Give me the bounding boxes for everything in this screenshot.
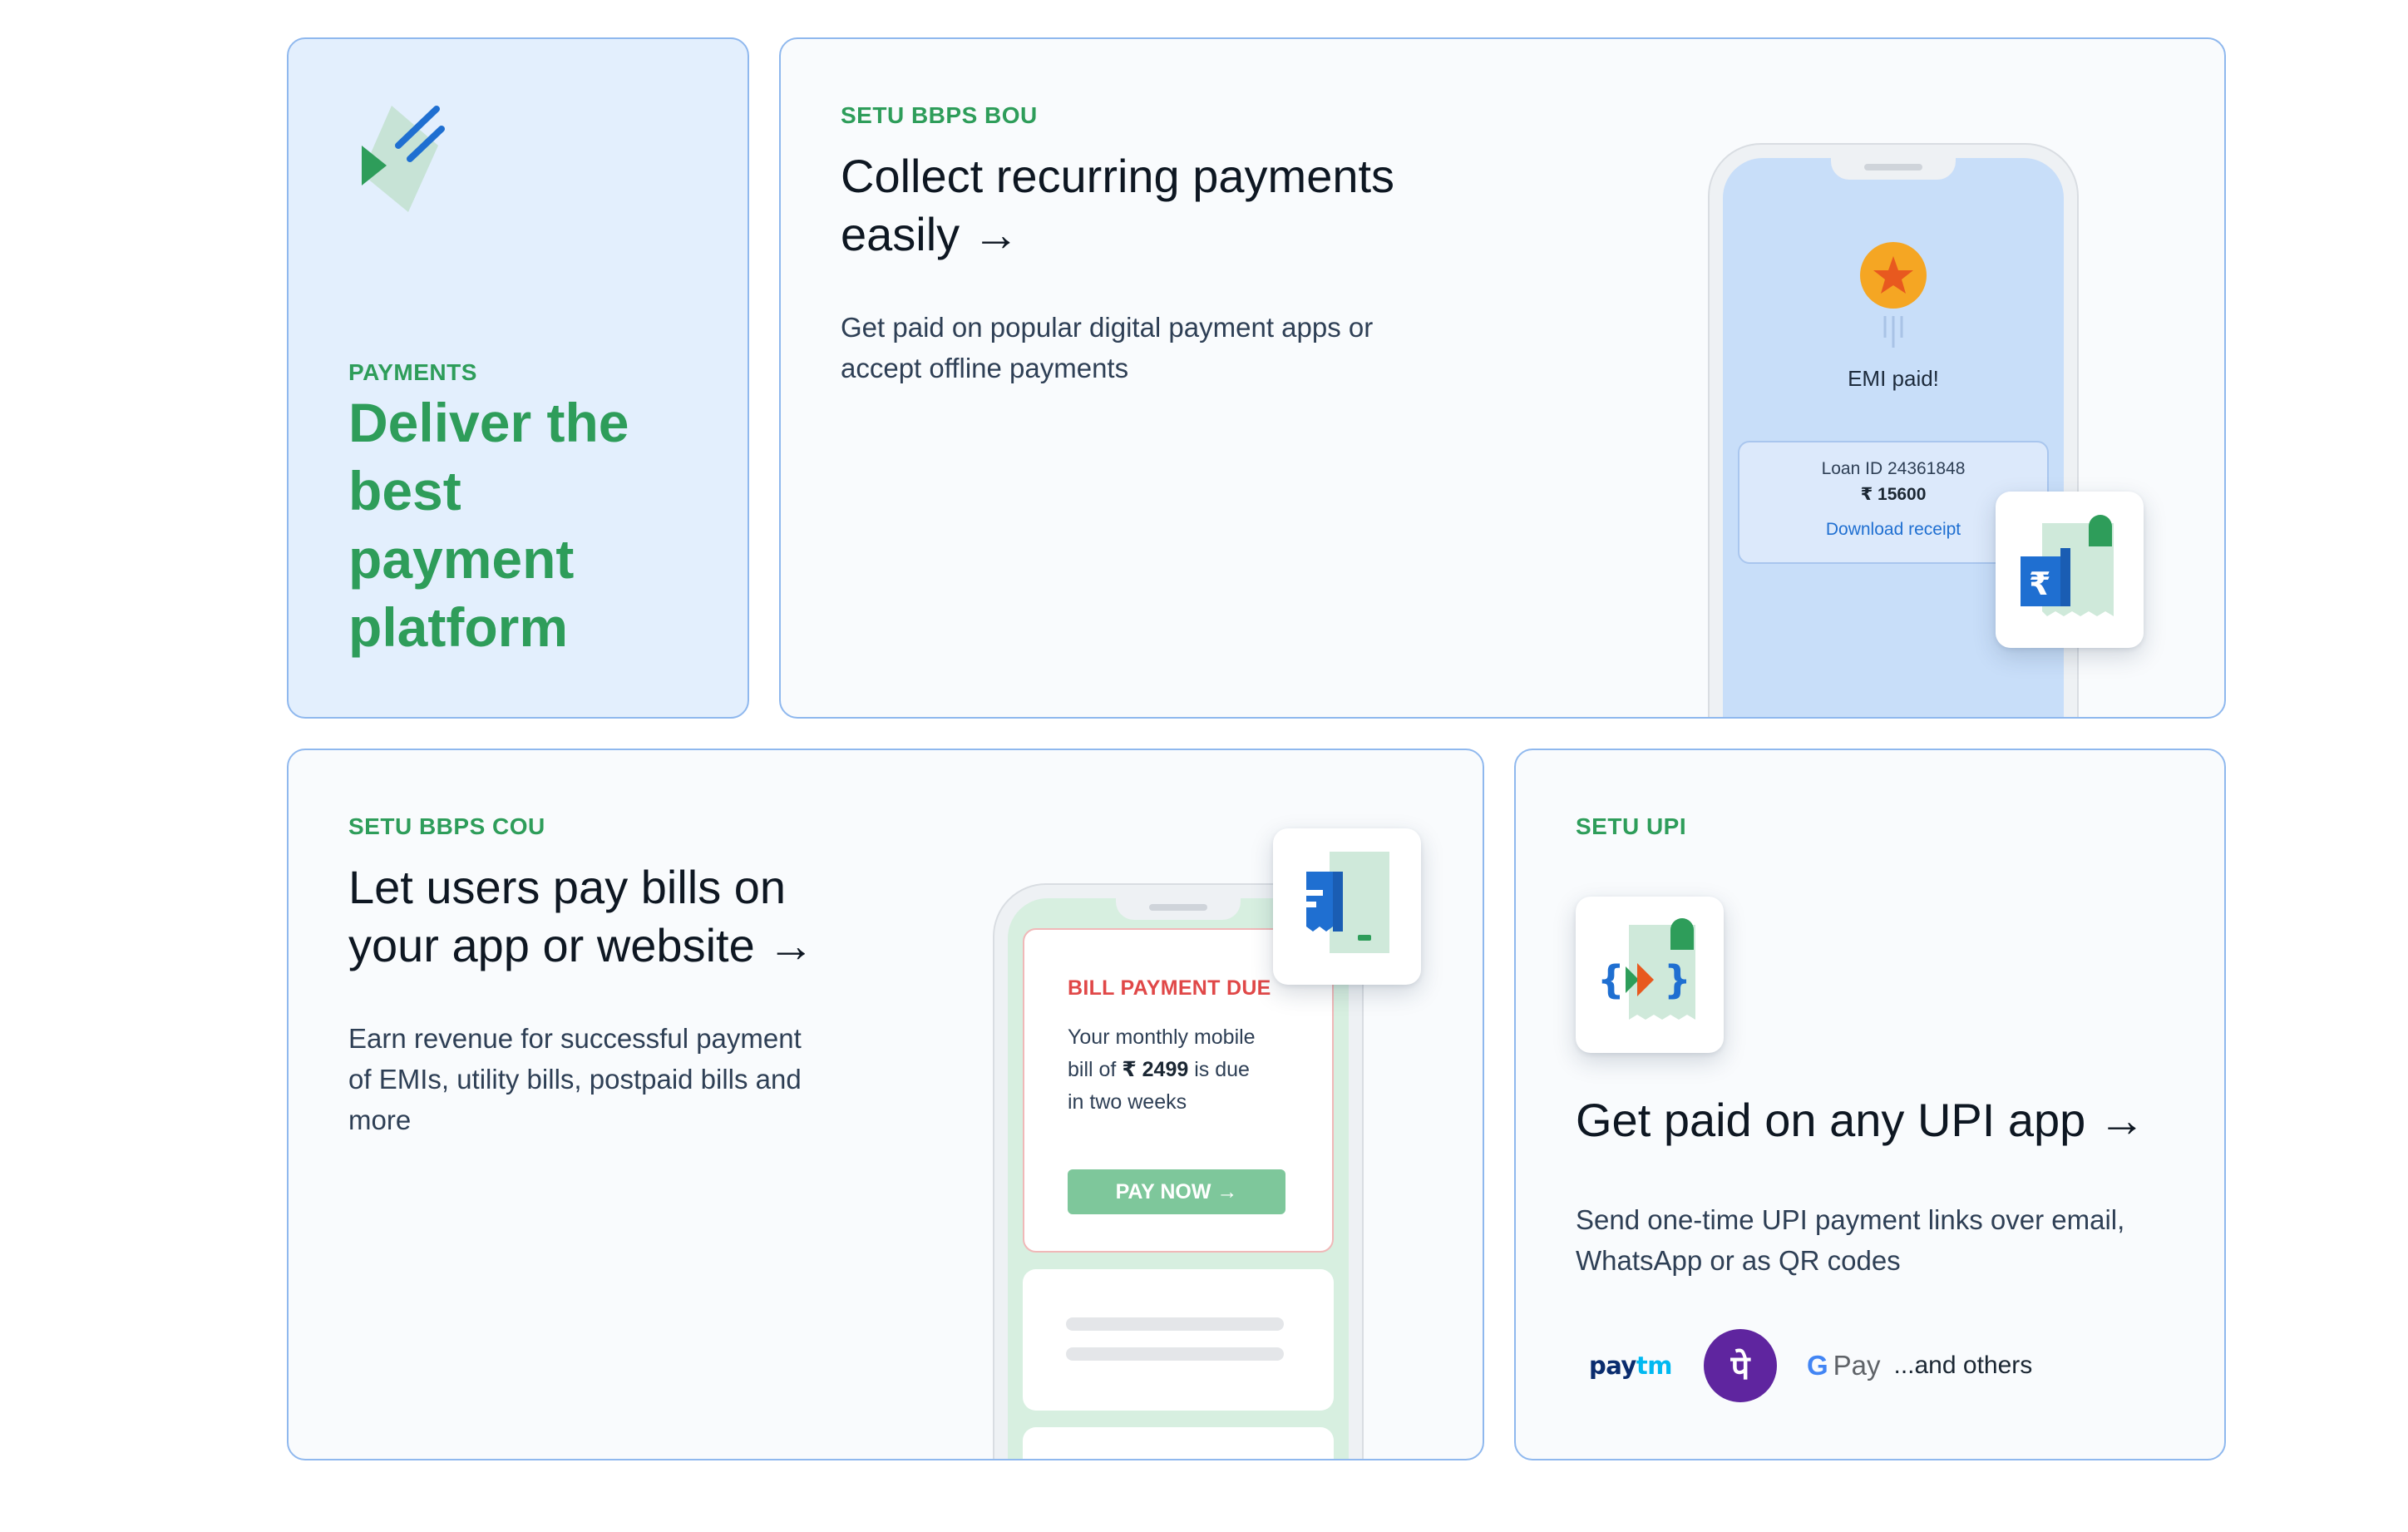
- payments-headline: Deliver the best payment platform: [348, 388, 629, 661]
- upi-desc-line: Send one-time UPI payment links over ema…: [1576, 1204, 2125, 1235]
- bill-msg-line: bill of ₹ 2499 is due: [1068, 1054, 1256, 1086]
- upi-title: Get paid on any UPI app →: [1576, 1094, 2145, 1146]
- cou-description: Earn revenue for successful payment of E…: [348, 1018, 802, 1140]
- bou-kicker: SETU BBPS BOU: [841, 102, 1038, 128]
- cou-title-line: Let users pay bills on: [348, 861, 787, 913]
- cou-title-link[interactable]: Let users pay bills on your app or websi…: [348, 858, 814, 975]
- gpay-logo: G Pay: [1807, 1350, 1881, 1381]
- svg-text:}: }: [1664, 957, 1691, 1002]
- loan-id: Loan ID 24361848: [1821, 459, 1966, 478]
- bou-description: Get paid on popular digital payment apps…: [841, 307, 1373, 388]
- bou-title-line: easily →: [841, 208, 1019, 260]
- phonepe-logo: पे: [1703, 1329, 1777, 1402]
- bill-msg-line: Your monthly mobile: [1068, 1025, 1256, 1049]
- cou-kicker: SETU BBPS COU: [348, 813, 545, 839]
- bou-feature-tile: ₹: [1996, 492, 2144, 648]
- bill-msg-text: is due: [1188, 1058, 1250, 1081]
- cou-desc-line: of EMIs, utility bills, postpaid bills a…: [348, 1064, 802, 1095]
- bill-due-message: Your monthly mobile bill of ₹ 2499 is du…: [1068, 1021, 1256, 1119]
- upi-kicker: SETU UPI: [1576, 813, 1687, 839]
- payments-headline-line: best: [348, 460, 461, 521]
- emi-status: EMI paid!: [1848, 366, 1939, 391]
- cou-feature-tile: [1273, 828, 1421, 985]
- upi-apps-row: paytm पे G Pay ...and others: [1589, 1328, 2032, 1403]
- paytm-logo: paytm: [1589, 1352, 1672, 1380]
- placeholder-card: [1023, 1269, 1334, 1411]
- other-apps-label: ...and others: [1893, 1352, 2033, 1379]
- cou-desc-line: Earn revenue for successful payment: [348, 1023, 802, 1054]
- phonepe-logo-text: पे: [1730, 1348, 1750, 1387]
- bou-title-link[interactable]: Collect recurring payments easily →: [841, 147, 1394, 264]
- payments-headline-line: payment: [348, 528, 575, 590]
- gpay-logo-text: Pay: [1833, 1350, 1881, 1381]
- payments-headline-line: Deliver the: [348, 392, 629, 453]
- bill-document-icon: [1303, 852, 1389, 953]
- phone-notch: [1116, 898, 1241, 920]
- bill-msg-text: bill of: [1068, 1058, 1123, 1081]
- cou-card[interactable]: SETU BBPS COU Let users pay bills on you…: [287, 749, 1484, 1460]
- upi-description: Send one-time UPI payment links over ema…: [1576, 1199, 2124, 1281]
- bill-amount: ₹ 2499: [1122, 1058, 1189, 1081]
- google-g-icon: G: [1806, 1350, 1828, 1381]
- cou-title-line: your app or website →: [348, 919, 815, 971]
- upi-feature-tile: { }: [1576, 897, 1724, 1053]
- placeholder-card: [1023, 1427, 1334, 1459]
- bou-desc-line: accept offline payments: [841, 353, 1129, 383]
- paytm-logo-text: tm: [1636, 1352, 1673, 1380]
- pay-now-button[interactable]: PAY NOW →: [1068, 1169, 1285, 1214]
- payments-document-icon: [362, 106, 445, 212]
- paytm-logo-text: pay: [1589, 1352, 1636, 1380]
- payments-headline-line: platform: [348, 596, 568, 658]
- upi-card[interactable]: SETU UPI { } Get paid on any UPI app → S…: [1514, 749, 2226, 1460]
- bou-card[interactable]: SETU BBPS BOU Collect recurring payments…: [779, 37, 2226, 719]
- upi-code-icon: { }: [1597, 918, 1695, 1020]
- payments-kicker: PAYMENTS: [348, 359, 477, 385]
- svg-text:{: {: [1597, 957, 1625, 1002]
- phone-notch: [1831, 158, 1956, 180]
- cou-desc-line: more: [348, 1105, 412, 1135]
- bou-desc-line: Get paid on popular digital payment apps…: [841, 312, 1374, 343]
- bou-title-line: Collect recurring payments: [841, 150, 1395, 202]
- bill-due-title: BILL PAYMENT DUE: [1068, 976, 1271, 1000]
- medal-star-icon: [1860, 242, 1927, 348]
- upi-title-link[interactable]: Get paid on any UPI app →: [1576, 1091, 2145, 1149]
- rupee-receipt-icon: ₹: [2021, 515, 2114, 616]
- upi-desc-line: WhatsApp or as QR codes: [1576, 1245, 1901, 1276]
- payments-card: PAYMENTS Deliver the best payment platfo…: [287, 37, 749, 719]
- bill-msg-line: in two weeks: [1068, 1090, 1187, 1114]
- svg-text:₹: ₹: [2029, 566, 2050, 602]
